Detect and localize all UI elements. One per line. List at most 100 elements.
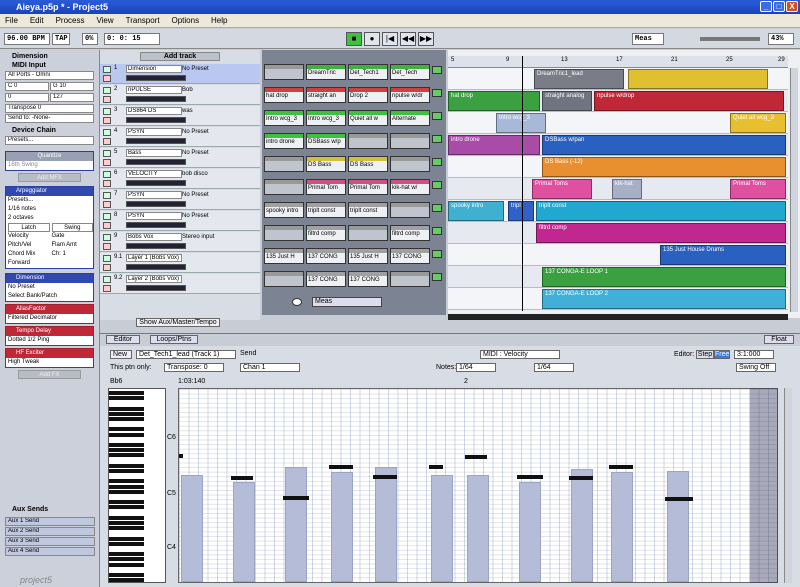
black-key[interactable]: [109, 463, 144, 468]
solo-button[interactable]: [103, 264, 111, 271]
black-key[interactable]: [109, 500, 144, 505]
track-row[interactable]: 8 PSYN No Preset: [100, 211, 260, 231]
mute-button[interactable]: [103, 276, 111, 283]
track-row[interactable]: 7 PSYN No Preset: [100, 190, 260, 210]
menu-process[interactable]: Process: [51, 14, 90, 28]
clip-cell[interactable]: 135 Just H: [264, 248, 304, 264]
clip-cell[interactable]: triplt const: [306, 202, 346, 218]
menu-options[interactable]: Options: [167, 14, 205, 28]
arrange-clip[interactable]: straight analog: [542, 91, 592, 111]
clip-cell[interactable]: Intro wcg_3: [306, 110, 346, 126]
maximize-button[interactable]: □: [773, 1, 785, 12]
clip-cell[interactable]: intro drone: [264, 133, 304, 149]
mute-button[interactable]: [103, 87, 111, 94]
track-row[interactable]: 2 nPULSE Bob: [100, 85, 260, 105]
forward-button[interactable]: ▶▶: [418, 32, 434, 46]
snap-meas[interactable]: Meas: [632, 33, 664, 45]
velocity-bar[interactable]: [375, 467, 397, 582]
clip-cell[interactable]: Drop 2: [348, 87, 388, 103]
midi-note[interactable]: [569, 476, 593, 480]
close-button[interactable]: X: [786, 1, 798, 12]
track-name[interactable]: PSYN: [126, 212, 182, 220]
channel-select[interactable]: Ch: 1: [52, 250, 94, 259]
scene-launch-button[interactable]: [432, 204, 442, 212]
track-preset[interactable]: No Preset: [182, 149, 232, 157]
select-bank-patch[interactable]: Select Bank/Patch: [6, 292, 93, 301]
mute-button[interactable]: [103, 129, 111, 136]
track-preset[interactable]: No Preset: [182, 191, 232, 199]
aux-3-send[interactable]: Aux 3 Send: [5, 537, 95, 546]
loop-end-region[interactable]: [750, 388, 778, 583]
clip-cell[interactable]: [264, 156, 304, 172]
menu-view[interactable]: View: [91, 14, 118, 28]
arrange-clip[interactable]: kik-hat: [612, 179, 642, 199]
arrange-clip[interactable]: Primal Toms: [730, 179, 786, 199]
arrange-clip[interactable]: [628, 69, 768, 89]
quantize-swing[interactable]: 16th Swing: [6, 161, 93, 170]
track-preset[interactable]: was: [182, 107, 232, 115]
clip-cell[interactable]: [390, 156, 430, 172]
clip-cell[interactable]: DSBass w/p: [306, 133, 346, 149]
track-preset[interactable]: No Preset: [182, 65, 232, 73]
controller-select[interactable]: MIDI : Velocity: [480, 350, 560, 359]
track-preset[interactable]: [182, 254, 232, 262]
clip-cell[interactable]: triplt const: [348, 202, 388, 218]
arrange-clip[interactable]: npulse w/drop: [594, 91, 784, 111]
float-button[interactable]: Float: [764, 335, 794, 344]
arpeggiator-module[interactable]: Arpeggiator Presets... 1/16 notes 2 octa…: [5, 186, 94, 269]
pitch-vel-label[interactable]: Pitch/Vel: [8, 241, 50, 250]
arrange-clip[interactable]: DSBass w/pan: [542, 135, 786, 155]
quantize-module[interactable]: Quantize 16th Swing: [5, 151, 94, 171]
arrange-clip[interactable]: Intro wcg_3: [496, 113, 546, 133]
scene-launch-button[interactable]: [432, 227, 442, 235]
velocity-bar[interactable]: [519, 482, 541, 582]
add-mfx-button[interactable]: Add MFX: [18, 173, 81, 182]
clip-cell[interactable]: Intro wcg_3: [264, 110, 304, 126]
aux-4-send[interactable]: Aux 4 Send: [5, 547, 95, 556]
range-low[interactable]: C 0: [5, 82, 49, 91]
midi-note[interactable]: [609, 465, 633, 469]
clip-cell[interactable]: [390, 271, 430, 287]
clip-cell[interactable]: filtrd comp: [306, 225, 346, 241]
midi-note[interactable]: [179, 454, 183, 458]
midi-port-select[interactable]: All Ports - Omni: [5, 71, 94, 80]
record-button[interactable]: ●: [364, 32, 380, 46]
arrange-clip[interactable]: hat drop: [448, 91, 540, 111]
track-preset[interactable]: Stereo input: [182, 233, 232, 241]
velocity-bar[interactable]: [467, 475, 489, 582]
rewind-button[interactable]: |◀: [382, 32, 398, 46]
clip-cell[interactable]: straight an: [306, 87, 346, 103]
solo-button[interactable]: [103, 138, 111, 145]
arrange-clip[interactable]: Quiet all wcg_3: [730, 113, 786, 133]
arp-notes[interactable]: 1/16 notes: [6, 205, 93, 214]
clip-cell[interactable]: 137 CONG: [306, 271, 346, 287]
black-key[interactable]: [109, 391, 144, 395]
velocity-high[interactable]: 127: [50, 93, 94, 102]
velocity-bar[interactable]: [611, 472, 633, 582]
clip-cell[interactable]: [348, 133, 388, 149]
velocity-bar[interactable]: [331, 472, 353, 582]
record-clip-button[interactable]: [292, 298, 302, 306]
chord-mix-label[interactable]: Chord Mix: [8, 250, 50, 259]
fx-tempo-delay[interactable]: Tempo Delay Dotted 1/2 Ping: [5, 326, 94, 346]
clip-cell[interactable]: [348, 225, 388, 241]
black-key[interactable]: [109, 484, 144, 489]
add-track-button[interactable]: Add track: [140, 52, 220, 61]
tab-loops-ptns[interactable]: Loops/Ptns: [150, 335, 198, 344]
black-key[interactable]: [109, 443, 144, 447]
clip-cell[interactable]: Det_Tech1: [348, 64, 388, 80]
velocity-bar[interactable]: [667, 471, 689, 582]
minimize-button[interactable]: _: [760, 1, 772, 12]
track-row[interactable]: 6 VELOCITY bob disco: [100, 169, 260, 189]
midi-note[interactable]: [373, 475, 397, 479]
black-key[interactable]: [109, 448, 144, 453]
clip-cell[interactable]: DreamTric: [306, 64, 346, 80]
menu-file[interactable]: File: [0, 14, 23, 28]
arrange-clip[interactable]: intro drone: [448, 135, 540, 155]
track-row[interactable]: 4 PSYN No Preset: [100, 127, 260, 147]
black-key[interactable]: [109, 552, 144, 557]
clip-cell[interactable]: [264, 179, 304, 195]
aux-2-send[interactable]: Aux 2 Send: [5, 527, 95, 536]
clip-cell[interactable]: Primal Tom: [306, 179, 346, 195]
midi-note[interactable]: [231, 476, 253, 480]
